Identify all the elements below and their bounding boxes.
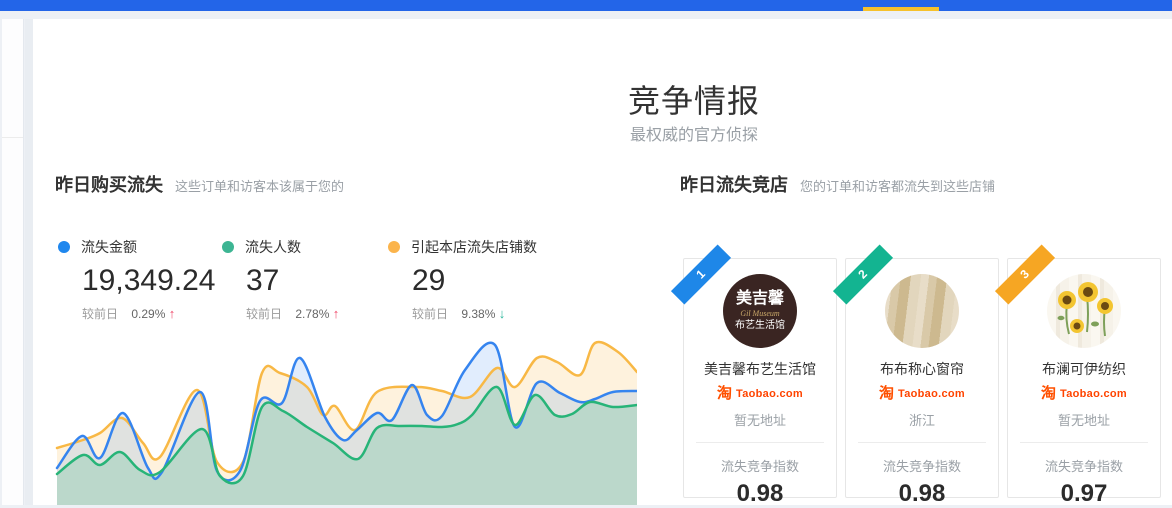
purchase-loss-subtitle: 这些订单和访客本该属于您的 [175, 179, 344, 194]
taobao-label: Taobao.com [736, 388, 803, 400]
taobao-icon: 淘 [717, 386, 732, 402]
purchase-loss-section-header: 昨日购买流失这些订单和访客本该属于您的 [55, 171, 344, 197]
trend-up-icon: ↑ [169, 306, 176, 321]
legend-label: 流失金额 [81, 237, 137, 257]
rank-ribbon: 1 [671, 244, 731, 304]
trend-up-icon: ↑ [333, 306, 340, 321]
legend-loss-people[interactable]: 流失人数 [222, 237, 412, 257]
competitor-title: 昨日流失竞店 [680, 175, 788, 195]
index-label: 流失竞争指数 [1008, 456, 1160, 475]
shop-name[interactable]: 美吉馨布艺生活馆 [684, 359, 836, 379]
index-value: 0.98 [846, 480, 998, 508]
shop-location: 浙江 [846, 410, 998, 429]
shop-name[interactable]: 布澜可伊纺织 [1008, 359, 1160, 379]
index-value: 0.97 [1008, 480, 1160, 508]
page-subtitle: 最权威的官方侦探 [630, 121, 758, 145]
active-tab-indicator[interactable] [863, 7, 939, 11]
shop-name[interactable]: 布布称心窗帘 [846, 359, 998, 379]
stat-loss-shops: 引起本店流失店铺数 29 较前日 9.38% ↓ [388, 237, 578, 322]
taobao-icon: 淘 [1041, 386, 1056, 402]
shop-avatar [1047, 274, 1121, 348]
page-title: 竞争情报 [628, 76, 760, 122]
compare-label: 较前日 [82, 307, 118, 321]
platform-line: 淘 Taobao.com [684, 386, 836, 402]
sidebar-gutter [25, 19, 33, 505]
competitor-card-2[interactable]: 2 布布称心窗帘 淘 Taobao.com 浙江 流失竞争指数 0.98 [845, 258, 999, 498]
legend-label: 流失人数 [245, 237, 301, 257]
competitor-card-1[interactable]: 1 美吉馨 Gil Museum 布艺生活馆 美吉馨布艺生活馆 淘 Taobao… [683, 258, 837, 498]
compare-label: 较前日 [246, 307, 282, 321]
legend-loss-amount[interactable]: 流失金额 [58, 237, 248, 257]
card-divider [1020, 442, 1148, 443]
platform-line: 淘 Taobao.com [846, 386, 998, 402]
taobao-label: Taobao.com [898, 388, 965, 400]
shop-location: 暂无地址 [1008, 410, 1160, 429]
change-percent: 2.78% [295, 307, 329, 321]
legend-label: 引起本店流失店铺数 [411, 237, 537, 257]
competition-intel-panel: 竞争情报 最权威的官方侦探 昨日购买流失这些订单和访客本该属于您的 流失金额 1… [33, 19, 1172, 505]
sidebar-divider [2, 137, 23, 138]
stat-value: 29 [412, 264, 578, 298]
shop-avatar: 美吉馨 Gil Museum 布艺生活馆 [723, 274, 797, 348]
shop-location: 暂无地址 [684, 410, 836, 429]
avatar-text: 布艺生活馆 [735, 319, 785, 332]
purchase-loss-title: 昨日购买流失 [55, 175, 163, 195]
taobao-icon: 淘 [879, 386, 894, 402]
stat-loss-people: 流失人数 37 较前日 2.78% ↑ [222, 237, 412, 322]
competitor-card-3[interactable]: 3 布澜可伊纺织 淘 [1007, 258, 1161, 498]
legend-dot-icon [388, 241, 400, 253]
loss-trend-chart-canvas [55, 333, 637, 505]
taobao-label: Taobao.com [1060, 388, 1127, 400]
platform-line: 淘 Taobao.com [1008, 386, 1160, 402]
change-percent: 0.29% [131, 307, 165, 321]
legend-dot-icon [58, 241, 70, 253]
loss-trend-chart[interactable] [55, 333, 637, 505]
index-value: 0.98 [684, 480, 836, 508]
compare-label: 较前日 [412, 307, 448, 321]
card-divider [858, 442, 986, 443]
stat-loss-amount: 流失金额 19,349.24 较前日 0.29% ↑ [58, 237, 248, 322]
avatar-text: Gil Museum [740, 308, 779, 319]
index-label: 流失竞争指数 [846, 456, 998, 475]
competitor-cards-row: 1 美吉馨 Gil Museum 布艺生活馆 美吉馨布艺生活馆 淘 Taobao… [683, 258, 1161, 498]
legend-loss-shops[interactable]: 引起本店流失店铺数 [388, 237, 578, 257]
rank-ribbon: 3 [995, 244, 1055, 304]
rank-ribbon: 2 [833, 244, 893, 304]
stat-change: 较前日 9.38% ↓ [412, 305, 578, 322]
shop-avatar [885, 274, 959, 348]
competitor-section-header: 昨日流失竞店您的订单和访客都流失到这些店铺 [680, 171, 995, 197]
index-label: 流失竞争指数 [684, 456, 836, 475]
competitor-subtitle: 您的订单和访客都流失到这些店铺 [800, 179, 995, 194]
legend-dot-icon [222, 241, 234, 253]
sunflower-pattern [1047, 274, 1121, 348]
trend-down-icon: ↓ [499, 306, 506, 321]
avatar-text: 美吉馨 [736, 290, 784, 308]
top-nav-bar [0, 0, 1172, 11]
change-percent: 9.38% [461, 307, 495, 321]
card-divider [696, 442, 824, 443]
collapsed-sidebar [2, 19, 24, 505]
